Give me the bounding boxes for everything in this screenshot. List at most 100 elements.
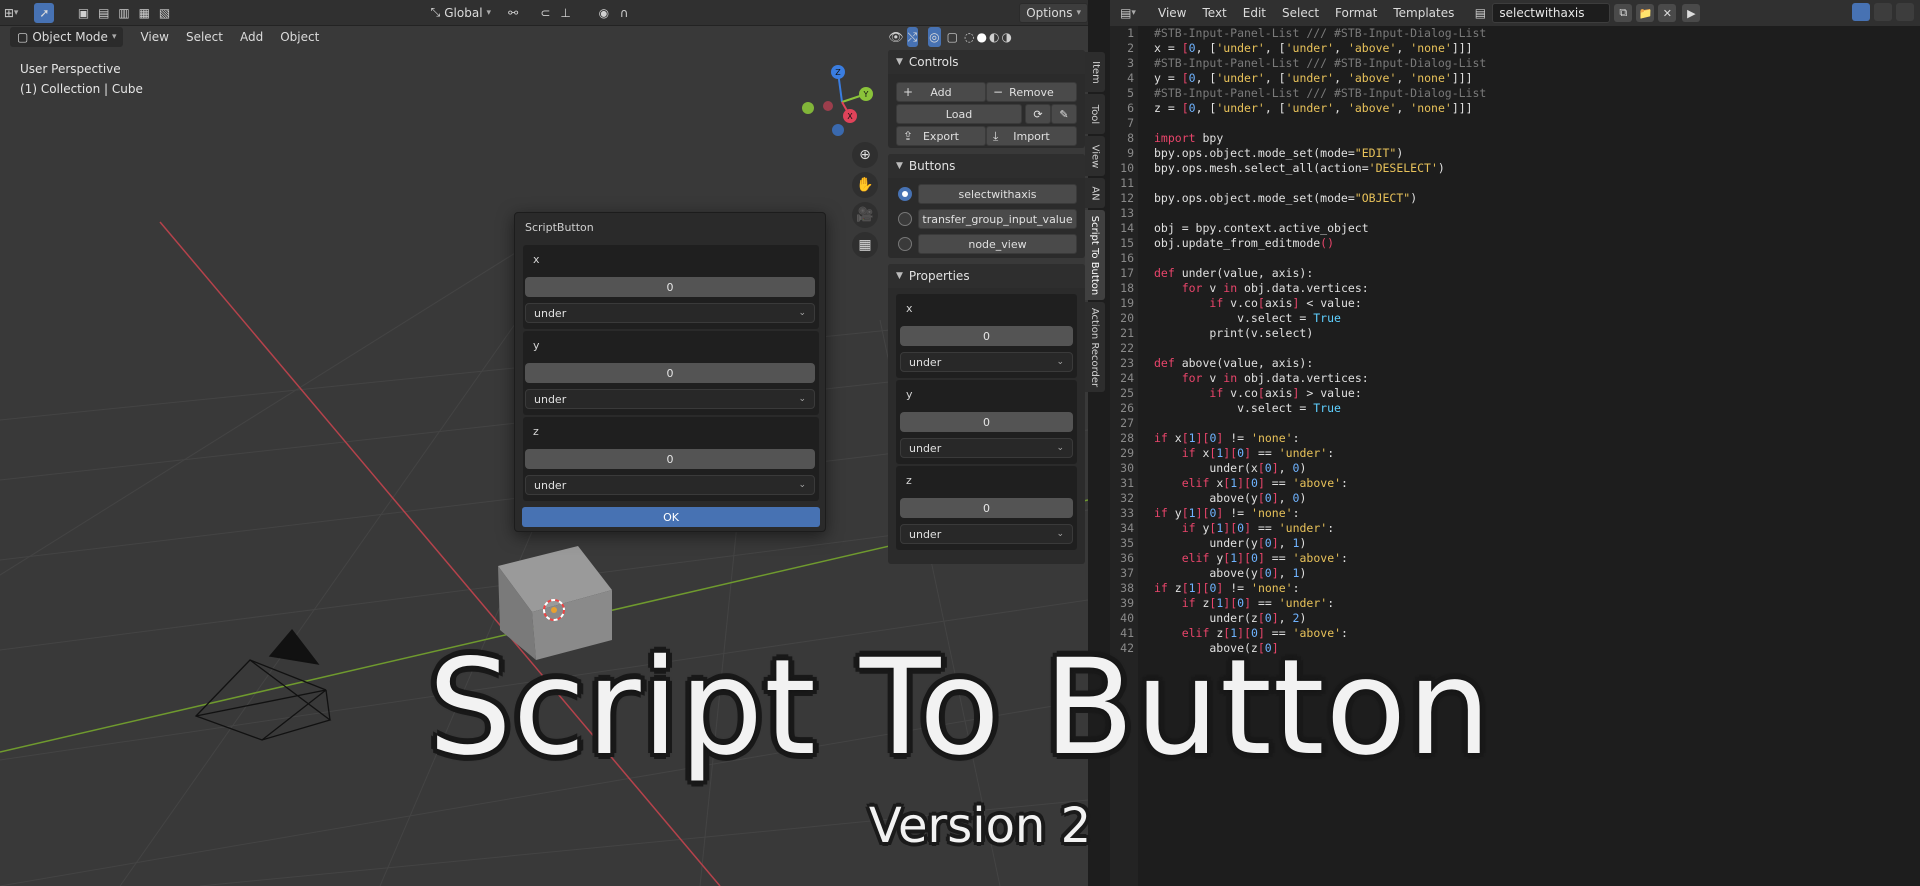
word-wrap-toggle-icon[interactable] <box>1874 3 1892 21</box>
menu-format[interactable]: Format <box>1327 6 1385 20</box>
camera-view-icon[interactable]: 🎥 <box>852 202 878 228</box>
transform-orientation-dropdown[interactable]: ⤡ Global ▾ <box>424 3 498 23</box>
perspective-toggle-icon[interactable]: ▦ <box>852 232 878 258</box>
code-line[interactable]: 38 if z[1][0] != 'none': <box>1110 581 1920 596</box>
code-line[interactable]: 4y = [0, ['under', ['under', 'above', 'n… <box>1110 71 1920 86</box>
code-line[interactable]: 9 bpy.ops.object.mode_set(mode="EDIT") <box>1110 146 1920 161</box>
menu-select[interactable]: Select <box>1274 6 1327 20</box>
code-line[interactable]: 27 <box>1110 416 1920 431</box>
code-line[interactable]: 16 <box>1110 251 1920 266</box>
refresh-icon[interactable]: ⟳ <box>1025 104 1051 124</box>
code-line[interactable]: 5 #STB-Input-Panel-List /// #STB-Input-Di… <box>1110 86 1920 101</box>
code-line[interactable]: 3 #STB-Input-Panel-List /// #STB-Input-Di… <box>1110 56 1920 71</box>
code-line[interactable]: 40 under(z[0], 2) <box>1110 611 1920 626</box>
export-button[interactable]: ⇪ Export <box>896 126 986 146</box>
ok-button[interactable]: OK <box>522 507 820 527</box>
radio-node-view[interactable] <box>898 237 912 251</box>
snap-target-icon[interactable]: ⊥ <box>557 3 575 23</box>
code-line[interactable]: 18 for v in obj.data.vertices: <box>1110 281 1920 296</box>
code-line[interactable]: 15 obj.update_from_editmode() <box>1110 236 1920 251</box>
code-line[interactable]: 12 bpy.ops.object.mode_set(mode="OBJECT") <box>1110 191 1920 206</box>
select-mode-intersect-icon[interactable]: ▧ <box>155 3 173 23</box>
code-line[interactable]: 7 <box>1110 116 1920 131</box>
text-name-field[interactable]: selectwithaxis <box>1492 3 1611 23</box>
menu-add[interactable]: Add <box>233 27 270 47</box>
menu-view[interactable]: View <box>133 27 175 47</box>
gizmo-toggle-button[interactable]: ⤭ <box>906 27 919 47</box>
shading-wireframe-icon[interactable]: ◌ <box>964 27 974 47</box>
code-line[interactable]: 28 if x[1][0] != 'none': <box>1110 431 1920 446</box>
menu-view[interactable]: View <box>1150 6 1194 20</box>
select-mode-invert-icon[interactable]: ▦ <box>135 3 153 23</box>
y-value-field[interactable]: 0 <box>525 363 815 383</box>
select-mode-extend-icon[interactable]: ▤ <box>95 3 113 23</box>
menu-templates[interactable]: Templates <box>1385 6 1462 20</box>
select-mode-new-icon[interactable]: ▣ <box>74 3 92 23</box>
code-line[interactable]: 19 if v.co[axis] < value: <box>1110 296 1920 311</box>
new-text-icon[interactable]: ⧉ <box>1614 4 1633 22</box>
open-folder-icon[interactable]: 📁 <box>1636 4 1655 22</box>
code-line[interactable]: 11 <box>1110 176 1920 191</box>
code-line[interactable]: 37 above(y[0], 1) <box>1110 566 1920 581</box>
code-line[interactable]: 10 bpy.ops.mesh.select_all(action='DESELE… <box>1110 161 1920 176</box>
z-option-dropdown[interactable]: under ⌄ <box>525 475 815 495</box>
code-line[interactable]: 36 elif y[1][0] == 'above': <box>1110 551 1920 566</box>
code-area[interactable]: 1 #STB-Input-Panel-List /// #STB-Input-Di… <box>1110 26 1920 656</box>
tab-an[interactable]: AN <box>1085 178 1105 208</box>
select-mode-subtract-icon[interactable]: ▥ <box>115 3 133 23</box>
code-line[interactable]: 35 under(y[0], 1) <box>1110 536 1920 551</box>
code-line[interactable]: 21 print(v.select) <box>1110 326 1920 341</box>
tab-item[interactable]: Item <box>1085 52 1105 92</box>
proportional-edit-icon[interactable]: ◉ <box>595 3 613 23</box>
y-option-dropdown[interactable]: under ⌄ <box>525 389 815 409</box>
tab-tool[interactable]: Tool <box>1085 94 1105 134</box>
overlay-toggle-button[interactable]: ◎ <box>928 27 941 47</box>
property-x-option[interactable]: under ⌄ <box>900 352 1073 372</box>
code-line[interactable]: 24 for v in obj.data.vertices: <box>1110 371 1920 386</box>
code-line[interactable]: 23 def above(value, axis): <box>1110 356 1920 371</box>
code-line[interactable]: 25 if v.co[axis] > value: <box>1110 386 1920 401</box>
radio-transfer-group-input-value[interactable] <box>898 212 912 226</box>
navigation-gizmo[interactable]: Z Y X <box>800 60 880 140</box>
mode-dropdown[interactable]: ▢ Object Mode ▾ <box>10 27 124 47</box>
shading-solid-icon[interactable]: ● <box>976 27 986 47</box>
code-line[interactable]: 8 import bpy <box>1110 131 1920 146</box>
code-line[interactable]: 39 if z[1][0] == 'under': <box>1110 596 1920 611</box>
syntax-highlight-toggle-icon[interactable] <box>1896 3 1914 21</box>
visibility-icon[interactable]: 👁 <box>888 27 903 47</box>
import-button[interactable]: ⤓ Import <box>986 126 1077 146</box>
code-line[interactable]: 13 <box>1110 206 1920 221</box>
x-option-dropdown[interactable]: under ⌄ <box>525 303 815 323</box>
menu-edit[interactable]: Edit <box>1235 6 1274 20</box>
code-line[interactable]: 26 v.select = True <box>1110 401 1920 416</box>
script-button-node-view[interactable]: node_view <box>918 234 1077 254</box>
zoom-icon[interactable]: ⊕ <box>852 142 878 168</box>
shading-rendered-icon[interactable]: ◑ <box>1001 27 1011 47</box>
script-button-transfer-group-input-value[interactable]: transfer_group_input_value <box>918 209 1077 229</box>
code-line[interactable]: 32 above(y[0], 0) <box>1110 491 1920 506</box>
shading-material-icon[interactable]: ◐ <box>989 27 999 47</box>
text-datablock-icon[interactable]: ▤ <box>1470 3 1490 23</box>
menu-select[interactable]: Select <box>179 27 230 47</box>
code-line[interactable]: 17 def under(value, axis): <box>1110 266 1920 281</box>
code-line[interactable]: 33 if y[1][0] != 'none': <box>1110 506 1920 521</box>
pivot-point-icon[interactable]: ⚯ <box>504 3 522 23</box>
xray-icon[interactable]: ▢ <box>947 27 958 47</box>
code-line[interactable]: 29 if x[1][0] == 'under': <box>1110 446 1920 461</box>
load-button[interactable]: Load <box>896 104 1022 124</box>
property-z-value[interactable]: 0 <box>900 498 1073 518</box>
property-z-option[interactable]: under ⌄ <box>900 524 1073 544</box>
x-value-field[interactable]: 0 <box>525 277 815 297</box>
code-line[interactable]: 6z = [0, ['under', ['under', 'above', 'n… <box>1110 101 1920 116</box>
script-button-selectwithaxis[interactable]: selectwithaxis <box>918 184 1077 204</box>
close-icon[interactable]: ✕ <box>1658 4 1677 22</box>
options-dropdown[interactable]: Options ▾ <box>1019 2 1088 23</box>
code-line[interactable]: 34 if y[1][0] == 'under': <box>1110 521 1920 536</box>
snap-icon[interactable]: ⊂ <box>536 3 554 23</box>
code-line[interactable]: 30 under(x[0], 0) <box>1110 461 1920 476</box>
radio-selectwithaxis[interactable] <box>898 187 912 201</box>
code-line[interactable]: 31 elif x[1][0] == 'above': <box>1110 476 1920 491</box>
tab-action-recorder[interactable]: Action Recorder <box>1085 302 1105 392</box>
property-x-value[interactable]: 0 <box>900 326 1073 346</box>
tab-view[interactable]: View <box>1085 136 1105 176</box>
